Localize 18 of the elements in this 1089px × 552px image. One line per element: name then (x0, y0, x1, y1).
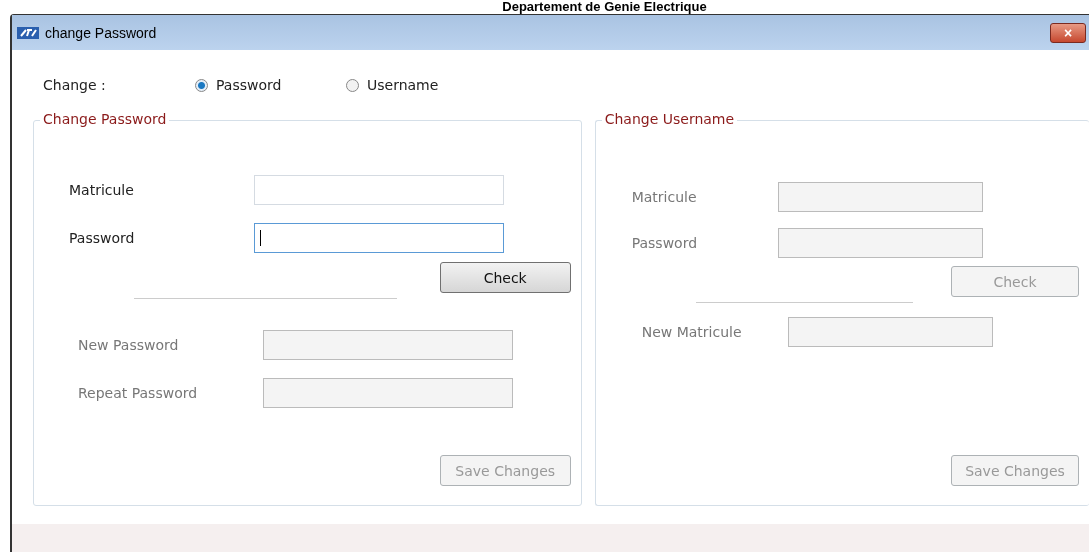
field-label: Matricule (68, 182, 135, 198)
radio-option[interactable]: Username (346, 77, 497, 93)
page-heading: Departement de Genie Electrique (501, 0, 708, 14)
logo-icon (17, 26, 39, 39)
window-title: change Password (45, 24, 157, 41)
field-label: Password (68, 230, 136, 246)
group-title: Change Username (601, 111, 738, 127)
field-label: New Matricule (640, 324, 743, 340)
change-label: Change : (43, 77, 107, 93)
group-title: Change Password (40, 111, 170, 127)
field-label: Repeat Password (77, 385, 199, 401)
field-label: Matricule (630, 189, 698, 205)
field-label: Password (630, 235, 699, 251)
close-button[interactable]: × (1050, 22, 1086, 43)
input-field[interactable] (254, 223, 504, 253)
field-label: New Password (77, 337, 180, 353)
radio-option[interactable]: Password (195, 77, 346, 93)
check-button[interactable]: Check (439, 262, 571, 293)
